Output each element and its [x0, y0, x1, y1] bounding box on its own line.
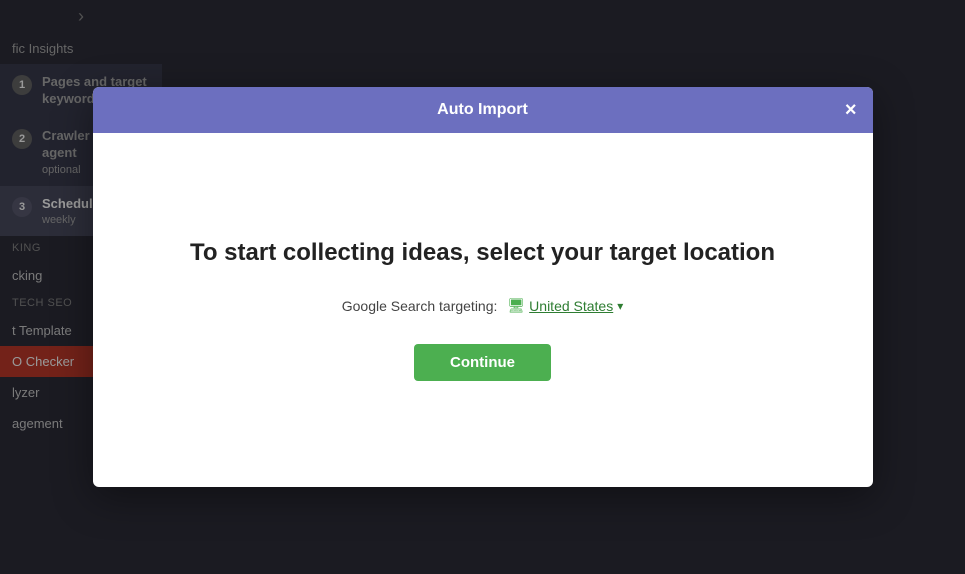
modal-close-button[interactable]: × [845, 100, 857, 120]
location-dropdown[interactable]: 🖥 United States ▾ [507, 297, 623, 314]
modal-title: Auto Import [437, 101, 528, 119]
chevron-down-icon: ▾ [617, 299, 623, 313]
location-text: United States [529, 298, 613, 314]
monitor-icon: 🖥 [507, 297, 525, 314]
targeting-row: Google Search targeting: 🖥 United States… [342, 297, 624, 314]
modal-body: To start collecting ideas, select your t… [93, 133, 873, 487]
targeting-label: Google Search targeting: [342, 298, 498, 314]
auto-import-modal: Auto Import × To start collecting ideas,… [93, 87, 873, 487]
modal-heading: To start collecting ideas, select your t… [190, 239, 775, 267]
modal-overlay: Auto Import × To start collecting ideas,… [0, 0, 965, 574]
modal-header: Auto Import × [93, 87, 873, 133]
continue-button[interactable]: Continue [414, 344, 551, 381]
